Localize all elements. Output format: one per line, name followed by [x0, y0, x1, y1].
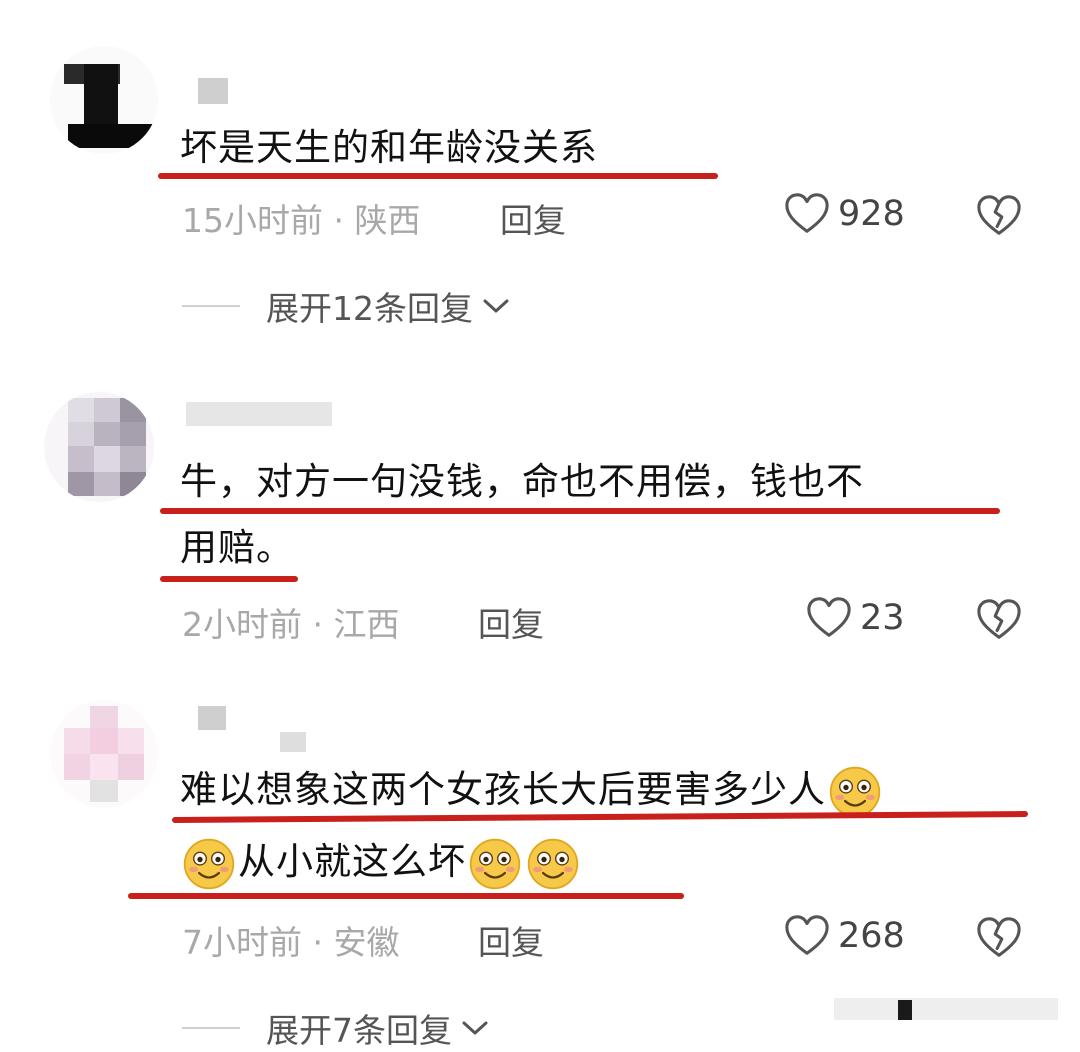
- comment-meta: 2小时前 · 江西: [182, 598, 400, 646]
- reply-button[interactable]: 回复: [478, 916, 544, 964]
- comment-meta: 15小时前 · 陕西: [182, 194, 421, 242]
- expand-replies-button[interactable]: 展开7条回复: [182, 1004, 490, 1052]
- comment-meta: 7小时前 · 安徽: [182, 916, 400, 964]
- location: 陕西: [354, 201, 421, 240]
- like-count: 23: [860, 598, 905, 638]
- like-button[interactable]: 928: [784, 192, 905, 236]
- smiling-face-emoji: [829, 766, 881, 817]
- separator: ·: [312, 923, 324, 962]
- highlight-underline: [128, 893, 684, 899]
- reply-button[interactable]: 回复: [478, 598, 544, 646]
- expand-replies-label: 展开7条回复: [266, 1011, 452, 1050]
- reply-button[interactable]: 回复: [500, 194, 566, 242]
- avatar[interactable]: [44, 392, 154, 502]
- like-button[interactable]: 268: [784, 914, 905, 958]
- avatar[interactable]: [50, 46, 158, 154]
- chevron-down-icon: [462, 1021, 488, 1035]
- chevron-down-icon: [483, 299, 509, 313]
- comment-text-line-2: 用赔。: [180, 526, 294, 569]
- timestamp: 7小时前: [182, 923, 302, 962]
- highlight-underline: [160, 576, 298, 582]
- comment-text-segment: 难以想象这两个女孩长大后要害多少人: [180, 768, 826, 811]
- heart-outline-icon: [807, 597, 851, 637]
- highlight-underline: [158, 173, 718, 179]
- like-count: 928: [838, 194, 905, 234]
- divider-line: [182, 305, 240, 307]
- expand-replies-button[interactable]: 展开12条回复: [182, 282, 511, 330]
- comment-text-segment: 从小就这么坏: [238, 840, 466, 883]
- watermark-mark: [898, 1000, 912, 1020]
- broken-heart-icon[interactable]: [976, 916, 1022, 960]
- username-blurred[interactable]: [198, 78, 228, 104]
- avatar[interactable]: [50, 700, 158, 808]
- location: 江西: [333, 605, 400, 644]
- smiling-face-emoji: [183, 838, 235, 889]
- separator: ·: [333, 201, 345, 240]
- watermark: [834, 998, 1058, 1020]
- highlight-underline: [160, 508, 1000, 514]
- expand-replies-label: 展开12条回复: [266, 289, 473, 328]
- username-blurred[interactable]: [186, 402, 332, 426]
- comment-text-line-1: 牛，对方一句没钱，命也不用偿，钱也不: [180, 460, 864, 503]
- username-blurred: [280, 732, 306, 752]
- smiling-face-emoji: [469, 838, 521, 889]
- heart-outline-icon: [785, 915, 829, 955]
- username-blurred[interactable]: [198, 706, 226, 730]
- comment-text-line-2: 从小就这么坏: [180, 830, 582, 894]
- like-button[interactable]: 23: [806, 596, 905, 640]
- comment-text: 坏是天生的和年龄没关系: [180, 126, 598, 169]
- broken-heart-icon[interactable]: [976, 598, 1022, 642]
- broken-heart-icon[interactable]: [976, 194, 1022, 238]
- timestamp: 15小时前: [182, 201, 323, 240]
- divider-line: [182, 1027, 240, 1029]
- location: 安徽: [333, 923, 400, 962]
- heart-outline-icon: [785, 193, 829, 233]
- like-count: 268: [838, 916, 905, 956]
- separator: ·: [312, 605, 324, 644]
- timestamp: 2小时前: [182, 605, 302, 644]
- smiling-face-emoji: [527, 838, 579, 889]
